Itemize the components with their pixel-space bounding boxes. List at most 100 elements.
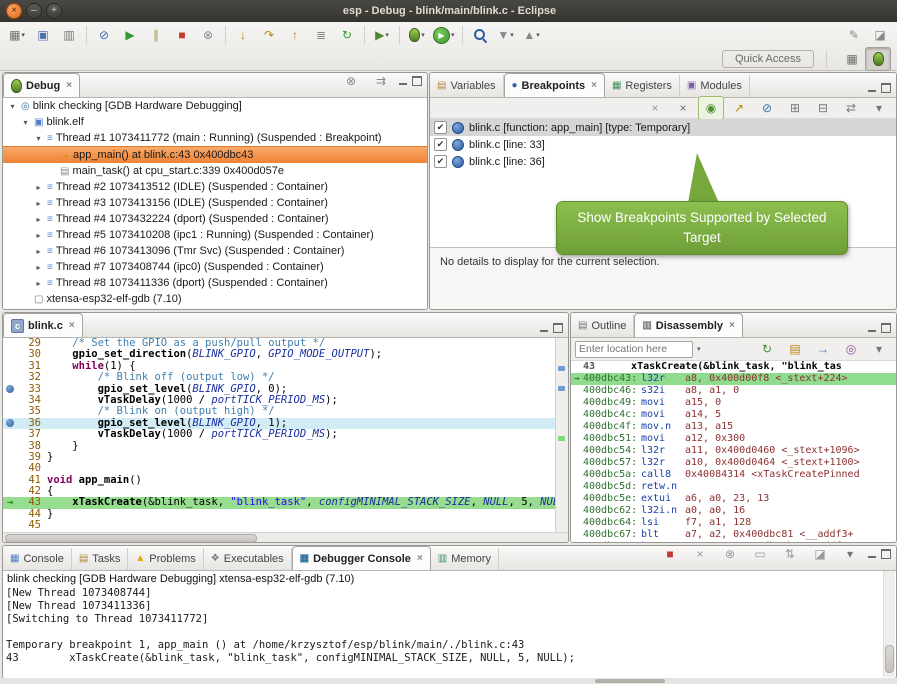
disassembly-row[interactable]: 43xTaskCreate(&blink_task, "blink_tas	[571, 361, 896, 373]
external-tools-icon[interactable]: ▶▾	[369, 23, 395, 47]
code-line[interactable]: 34 vTaskDelay(1000 / portTICK_PERIOD_MS)…	[3, 395, 568, 406]
step-into-icon[interactable]: ↓	[230, 23, 256, 47]
tab-disassembly[interactable]: ▥Disassembly×	[634, 313, 743, 337]
breakpoint-annotation-icon[interactable]	[558, 366, 565, 371]
code-line[interactable]: 40	[3, 463, 568, 474]
breakpoint-annotation-icon[interactable]	[558, 386, 565, 391]
debug-tree-row[interactable]: ▾▣blink.elf	[3, 114, 427, 130]
new-icon[interactable]: ▦▾	[4, 23, 30, 47]
editor-horizontal-scrollbar[interactable]	[3, 532, 568, 543]
tab-debugger-console[interactable]: ▦Debugger Console×	[292, 546, 431, 570]
search-icon[interactable]	[467, 23, 493, 47]
print-icon[interactable]: ▥	[56, 23, 82, 47]
disassembly-row[interactable]: 400dbc4c:movia14, 5	[571, 409, 896, 421]
disassembly-row[interactable]: 400dbc5a:call80x40084314 <xTaskCreatePin…	[571, 469, 896, 481]
twisty-icon[interactable]: ▾	[7, 102, 18, 111]
remove-all-terminated-icon[interactable]: ⊗	[338, 72, 364, 93]
location-input[interactable]	[575, 341, 693, 358]
view-menu-icon[interactable]: ⇉	[368, 72, 394, 93]
maximize-view-icon[interactable]	[412, 76, 422, 86]
checkbox[interactable]: ✔	[434, 138, 447, 151]
maximize-view-icon[interactable]	[881, 323, 891, 333]
debug-tree-row[interactable]: ▾≡Thread #1 1073411772 (main : Running) …	[3, 130, 427, 146]
tab-blink-c[interactable]: cblink.c×	[3, 313, 83, 337]
debug-tree-row[interactable]: ▸≡Thread #5 1073410208 (ipc1 : Running) …	[3, 227, 427, 243]
code-line[interactable]: 39}	[3, 452, 568, 463]
step-return-icon[interactable]: ↑	[282, 23, 308, 47]
terminate-icon[interactable]: ■	[657, 545, 683, 566]
window-maximize-button[interactable]: +	[46, 3, 62, 19]
disassembly-row[interactable]: 400dbc57:l32ra10, 0x400d0464 <_stext+110…	[571, 457, 896, 469]
collapse-all-icon[interactable]: ⊟	[810, 96, 836, 120]
code-line[interactable]: 42{	[3, 486, 568, 497]
terminate-icon[interactable]: ■	[169, 23, 195, 47]
breakpoint-gutter-icon[interactable]	[3, 418, 17, 429]
code-line[interactable]: 38 }	[3, 441, 568, 452]
checkbox[interactable]: ✔	[434, 121, 447, 134]
code-line[interactable]: 32 /* Blink off (output low) */	[3, 372, 568, 383]
breakpoint-gutter-icon[interactable]	[3, 384, 17, 395]
twisty-icon[interactable]: ▸	[33, 183, 44, 192]
debug-tree-row[interactable]: ▸≡Thread #6 1073413096 (Tmr Svc) (Suspen…	[3, 243, 427, 259]
current-line-annotation-icon[interactable]	[558, 436, 565, 441]
view-menu-icon[interactable]: ▾	[866, 337, 892, 361]
next-annotation-icon[interactable]: ▼▾	[493, 23, 519, 47]
code-line[interactable]: 36 gpio_set_level(BLINK_GPIO, 1);	[3, 418, 568, 429]
maximize-view-icon[interactable]	[881, 549, 891, 559]
skip-all-breakpoints-icon[interactable]: ⊘	[754, 96, 780, 120]
close-icon[interactable]: ×	[591, 80, 597, 91]
minimize-view-icon[interactable]	[867, 323, 877, 333]
disconnect-icon[interactable]: ⊗	[195, 23, 221, 47]
horizontal-scrollbar-thumb[interactable]	[595, 679, 665, 683]
debug-tree-row[interactable]: ▸≡Thread #3 1073413156 (IDLE) (Suspended…	[3, 195, 427, 211]
debug-tree-row[interactable]: →app_main() at blink.c:43 0x400dbc43	[3, 146, 427, 163]
debug-tree-row[interactable]: ▾◎blink checking [GDB Hardware Debugging…	[3, 98, 427, 114]
breakpoint-item[interactable]: ✔blink.c [line: 36]	[430, 153, 896, 170]
disassembly-row[interactable]: 400dbc54:l32ra11, 0x400d0460 <_stext+109…	[571, 445, 896, 457]
tab-modules[interactable]: ▣Modules	[680, 75, 750, 97]
save-icon[interactable]: ▣	[30, 23, 56, 47]
breakpoint-item[interactable]: ✔blink.c [function: app_main] [type: Tem…	[430, 119, 896, 136]
disassembly-row[interactable]: 400dbc4f:mov.na13, a15	[571, 421, 896, 433]
tab-breakpoints[interactable]: ●Breakpoints×	[504, 73, 605, 97]
close-icon[interactable]: ×	[66, 80, 72, 91]
run-icon[interactable]: ▶▾	[430, 23, 458, 47]
scrollbar-thumb[interactable]	[5, 534, 257, 543]
pin-editor-icon[interactable]: ◪	[867, 23, 893, 47]
close-icon[interactable]: ×	[417, 553, 423, 564]
twisty-icon[interactable]: ▾	[33, 134, 44, 143]
instruction-stepping-icon[interactable]: ≣	[308, 23, 334, 47]
code-line[interactable]: 41void app_main()	[3, 475, 568, 486]
twisty-icon[interactable]: ▸	[33, 247, 44, 256]
checkbox[interactable]: ✔	[434, 155, 447, 168]
twisty-icon[interactable]: ▸	[33, 215, 44, 224]
mark-occurrences-icon[interactable]: ✎	[841, 23, 867, 47]
twisty-icon[interactable]: ▾	[20, 118, 31, 127]
restart-icon[interactable]: ↻	[334, 23, 360, 47]
tab-outline[interactable]: ▤Outline	[571, 315, 634, 337]
code-line[interactable]: 35 /* Blink on (output high) */	[3, 406, 568, 417]
breakpoint-item[interactable]: ✔blink.c [line: 33]	[430, 136, 896, 153]
disassembly-row[interactable]: →400dbc43:l32ra8, 0x400d00f8 <_stext+224…	[571, 373, 896, 385]
overview-ruler[interactable]	[555, 338, 568, 532]
code-editor[interactable]: 29 /* Set the GPIO as a push/pull output…	[3, 338, 568, 532]
remove-selected-breakpoints-icon[interactable]: ×	[642, 96, 668, 120]
refresh-view-icon[interactable]: ↻	[754, 337, 780, 361]
disassembly-row[interactable]: 400dbc67:blta7, a2, 0x400dbc81 <__addf3+	[571, 529, 896, 541]
debug-tree-row[interactable]: ▢xtensa-esp32-elf-gdb (7.10)	[3, 291, 427, 307]
clear-console-icon[interactable]: ▭	[747, 545, 773, 566]
twisty-icon[interactable]: ▸	[33, 263, 44, 272]
disassembly-row[interactable]: 400dbc6a:bnonea0, a2, 0x400dbc8b <__addf…	[571, 541, 896, 543]
show-supported-breakpoints-icon[interactable]: ◉	[698, 96, 724, 120]
debug-tree-row[interactable]: ▸≡Thread #4 1073432224 (dport) (Suspende…	[3, 211, 427, 227]
instruction-pointer-icon[interactable]: →	[3, 497, 17, 508]
track-expression-icon[interactable]: ◎	[838, 337, 864, 361]
tab-console[interactable]: ▦Console	[3, 548, 72, 570]
disassembly-row[interactable]: 400dbc62:l32i.na0, a0, 16	[571, 505, 896, 517]
quick-access-button[interactable]: Quick Access	[722, 50, 814, 68]
remove-launch-icon[interactable]: ×	[687, 545, 713, 566]
code-line[interactable]: 45	[3, 520, 568, 531]
step-over-icon[interactable]: ↷	[256, 23, 282, 47]
console-output[interactable]: blink checking [GDB Hardware Debugging] …	[3, 571, 896, 679]
disassembly-row[interactable]: 400dbc5e:extuia6, a0, 23, 13	[571, 493, 896, 505]
